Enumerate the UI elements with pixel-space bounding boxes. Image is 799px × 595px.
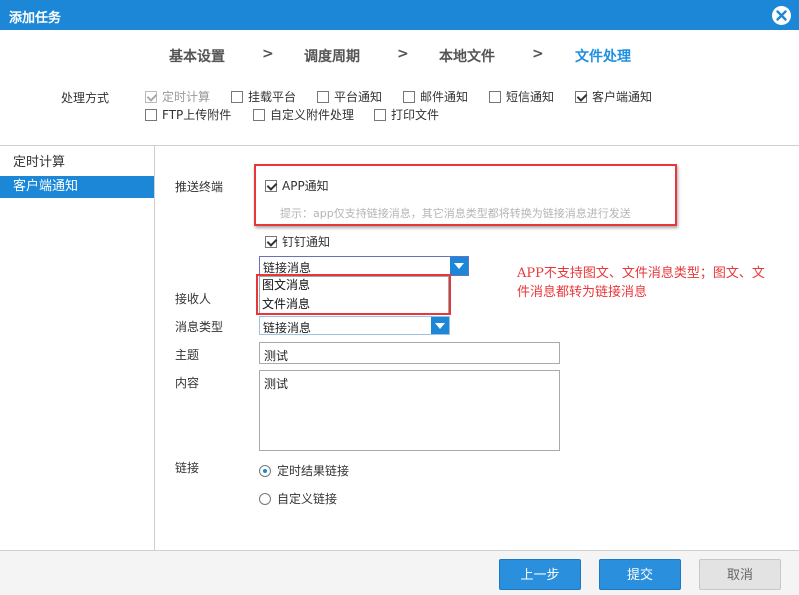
step-separator: > xyxy=(532,46,544,62)
option-print-file[interactable]: 打印文件 xyxy=(374,106,439,123)
annotation-note: APP不支持图文、文件消息类型；图文、文件消息都转为链接消息 xyxy=(517,266,765,300)
processing-method-label: 处理方式 xyxy=(61,91,110,105)
checkbox[interactable] xyxy=(374,108,386,121)
step-schedule[interactable]: 调度周期 xyxy=(304,46,360,66)
checkbox[interactable] xyxy=(253,108,265,121)
content-label: 内容 xyxy=(175,376,200,390)
link-label: 链接 xyxy=(175,461,200,475)
dingtalk-notify-checkbox[interactable]: 钉钉通知 xyxy=(265,233,330,250)
option-email-notify[interactable]: 邮件通知 xyxy=(403,88,468,105)
wizard-steps: 基本设置 > 调度周期 > 本地文件 > 文件处理 xyxy=(0,46,799,66)
title-bar: 添加任务 xyxy=(0,0,799,30)
step-basic-settings[interactable]: 基本设置 xyxy=(169,46,225,66)
option-custom-attachment[interactable]: 自定义附件处理 xyxy=(253,106,354,123)
checkbox[interactable] xyxy=(265,235,277,248)
radio-button[interactable] xyxy=(259,464,271,477)
checkbox[interactable] xyxy=(489,90,501,103)
subject-input[interactable]: 测试 xyxy=(259,342,560,364)
close-icon[interactable] xyxy=(772,6,791,25)
sidebar-divider xyxy=(154,146,155,550)
option-mount-platform[interactable]: 挂载平台 xyxy=(231,88,296,105)
radio-result-link[interactable]: 定时结果链接 xyxy=(259,462,349,479)
radio-button[interactable] xyxy=(259,492,271,505)
message-type-select[interactable]: 链接消息 xyxy=(259,316,450,335)
subject-label: 主题 xyxy=(175,348,200,362)
push-terminal-label: 推送终端 xyxy=(175,180,224,194)
content-textarea[interactable]: 测试 xyxy=(259,370,560,451)
window-title: 添加任务 xyxy=(9,11,62,26)
checkbox[interactable] xyxy=(575,90,587,103)
sidebar-item-scheduled-calc[interactable]: 定时计算 xyxy=(0,152,154,174)
submit-button[interactable]: 提交 xyxy=(599,559,681,590)
highlight-box-options xyxy=(256,274,451,315)
step-separator: > xyxy=(397,46,409,62)
app-notify-checkbox[interactable]: APP通知 xyxy=(265,177,329,194)
chevron-down-icon[interactable] xyxy=(431,317,449,334)
app-hint-text: 提示：app仅支持链接消息，其它消息类型都将转换为链接消息进行发送 xyxy=(280,207,631,220)
cancel-button[interactable]: 取消 xyxy=(699,559,781,590)
step-separator: > xyxy=(262,46,274,62)
checkbox[interactable] xyxy=(231,90,243,103)
divider xyxy=(0,145,799,146)
checkbox[interactable] xyxy=(265,179,277,192)
chevron-down-icon[interactable] xyxy=(450,257,468,275)
option-scheduled-calc[interactable]: 定时计算 xyxy=(145,88,210,105)
message-type-label: 消息类型 xyxy=(175,320,224,334)
radio-custom-link[interactable]: 自定义链接 xyxy=(259,490,337,507)
option-sms-notify[interactable]: 短信通知 xyxy=(489,88,554,105)
prev-button[interactable]: 上一步 xyxy=(499,559,581,590)
option-platform-notify[interactable]: 平台通知 xyxy=(317,88,382,105)
option-ftp-upload[interactable]: FTP上传附件 xyxy=(145,106,231,123)
checkbox[interactable] xyxy=(403,90,415,103)
step-local-file[interactable]: 本地文件 xyxy=(439,46,495,66)
recipient-label: 接收人 xyxy=(175,292,212,306)
checkbox[interactable] xyxy=(145,90,157,103)
dingtalk-msg-type-select[interactable]: 链接消息 xyxy=(259,256,469,276)
option-client-notify[interactable]: 客户端通知 xyxy=(575,88,652,105)
step-file-processing[interactable]: 文件处理 xyxy=(575,46,631,66)
checkbox[interactable] xyxy=(145,108,157,121)
sidebar-item-client-notify[interactable]: 客户端通知 xyxy=(0,176,154,198)
checkbox[interactable] xyxy=(317,90,329,103)
